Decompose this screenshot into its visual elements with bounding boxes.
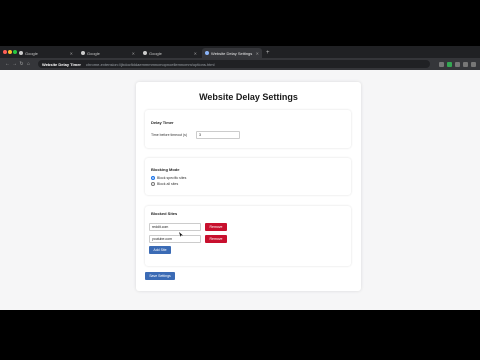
tab-close-icon[interactable]: ✕ bbox=[70, 51, 73, 56]
tab-close-icon[interactable]: ✕ bbox=[256, 51, 259, 56]
minimize-window-icon[interactable] bbox=[8, 50, 12, 54]
radio-label: Block specific sites bbox=[157, 176, 187, 180]
profile-avatar-icon[interactable] bbox=[463, 61, 468, 67]
blocked-site-input[interactable]: youtube.com bbox=[149, 235, 201, 243]
tab-label: Website Delay Settings bbox=[211, 50, 253, 56]
tab-close-icon[interactable]: ✕ bbox=[132, 51, 135, 56]
blocking-mode-section: Blocking Mode Block specific sites Block… bbox=[145, 158, 351, 195]
browser-window: Google ✕ Google ✕ Google ✕ Website Delay… bbox=[0, 46, 480, 310]
radio-unselected-icon bbox=[151, 182, 155, 186]
home-icon[interactable]: ⌂ bbox=[25, 61, 32, 67]
save-settings-button[interactable]: Save Settings bbox=[145, 272, 175, 280]
radio-block-specific[interactable]: Block specific sites bbox=[151, 176, 186, 180]
close-window-icon[interactable] bbox=[3, 50, 7, 54]
browser-toolbar: ← → ↻ ⌂ Website Delay Timer chrome-exten… bbox=[0, 58, 480, 70]
tab-google-3[interactable]: Google ✕ bbox=[140, 48, 200, 58]
url-text: chrome-extension://jbdocfiddaemmmmncmopn… bbox=[85, 61, 215, 67]
blocked-site-input[interactable]: reddit.com bbox=[149, 223, 201, 231]
delay-seconds-input[interactable]: 3 bbox=[196, 131, 240, 139]
radio-block-all[interactable]: Block all sites bbox=[151, 182, 178, 186]
remove-site-button[interactable]: Remove bbox=[205, 235, 227, 243]
delay-timer-heading: Delay Timer bbox=[151, 120, 174, 125]
google-favicon-icon bbox=[19, 51, 23, 55]
delay-timer-label: Time before timeout (s) bbox=[151, 133, 188, 137]
tab-close-icon[interactable]: ✕ bbox=[194, 51, 197, 56]
letterbox-top bbox=[0, 0, 480, 46]
remove-site-button[interactable]: Remove bbox=[205, 223, 227, 231]
new-tab-icon[interactable]: + bbox=[266, 50, 270, 56]
tab-strip: Google ✕ Google ✕ Google ✕ Website Delay… bbox=[0, 46, 480, 58]
forward-icon[interactable]: → bbox=[11, 61, 18, 67]
site-chip: Website Delay Timer bbox=[42, 61, 81, 67]
back-icon[interactable]: ← bbox=[4, 61, 11, 67]
add-site-button[interactable]: Add Site bbox=[149, 246, 171, 254]
blocked-sites-section: Blocked Sites reddit.com Remove youtube.… bbox=[145, 206, 351, 266]
blocking-mode-heading: Blocking Mode bbox=[151, 167, 180, 172]
letterbox-bottom bbox=[0, 310, 480, 360]
tab-label: Google bbox=[149, 50, 162, 56]
tab-label: Google bbox=[25, 50, 38, 56]
address-bar[interactable]: Website Delay Timer chrome-extension://j… bbox=[38, 60, 430, 68]
reload-icon[interactable]: ↻ bbox=[18, 61, 25, 67]
tab-label: Google bbox=[87, 50, 100, 56]
blocked-sites-heading: Blocked Sites bbox=[151, 211, 178, 216]
extensions-puzzle-icon[interactable] bbox=[455, 61, 460, 67]
radio-selected-icon bbox=[151, 176, 155, 180]
tab-google-2[interactable]: Google ✕ bbox=[78, 48, 138, 58]
google-favicon-icon bbox=[143, 51, 147, 55]
extension-favicon-icon bbox=[205, 51, 209, 55]
extension-icon[interactable] bbox=[447, 61, 452, 67]
tab-website-delay-settings[interactable]: Website Delay Settings ✕ bbox=[202, 48, 262, 58]
settings-card: Website Delay Settings Delay Timer Time … bbox=[136, 82, 361, 291]
delay-timer-section: Delay Timer Time before timeout (s) 3 bbox=[145, 110, 351, 148]
page-content: Website Delay Settings Delay Timer Time … bbox=[0, 70, 480, 310]
page-title: Website Delay Settings bbox=[199, 92, 298, 102]
menu-kebab-icon[interactable] bbox=[471, 61, 476, 67]
bookmark-star-icon[interactable] bbox=[439, 61, 444, 67]
google-favicon-icon bbox=[81, 51, 85, 55]
tab-google-1[interactable]: Google ✕ bbox=[16, 48, 76, 58]
radio-label: Block all sites bbox=[157, 182, 179, 186]
